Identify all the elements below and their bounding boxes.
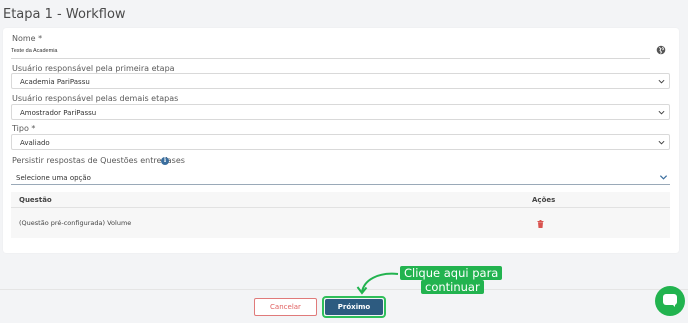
first-user-label: Usuário responsável pela primeira etapa <box>12 64 175 73</box>
chevron-down-icon <box>658 110 665 115</box>
chevron-down-icon <box>658 79 665 84</box>
other-users-select[interactable]: Amostrador PariPassu <box>11 104 670 120</box>
hint-text-line2: continuar <box>421 280 484 294</box>
questions-table: Questão Ações (Questão pré-configurada) … <box>11 192 670 238</box>
trash-icon[interactable] <box>537 220 544 228</box>
type-value: Avaliado <box>20 139 50 147</box>
first-user-value: Academia PariPassu <box>20 78 90 86</box>
first-user-select[interactable]: Academia PariPassu <box>11 73 670 89</box>
name-input-underline <box>11 58 650 59</box>
type-label: Tipo * <box>12 124 36 133</box>
persist-select[interactable]: Selecione uma opção <box>11 170 670 185</box>
table-header-divider <box>11 207 670 208</box>
name-input[interactable]: Teste da Academia <box>11 48 57 54</box>
question-cell: (Questão pré-configurada) Volume <box>19 219 132 227</box>
info-icon[interactable]: i <box>161 157 169 165</box>
column-header-actions: Ações <box>532 196 556 204</box>
name-label: Nome * <box>12 34 43 43</box>
chevron-down-icon <box>658 140 665 145</box>
cancel-button[interactable]: Cancelar <box>254 298 317 316</box>
footer-divider <box>0 289 688 290</box>
persist-value: Selecione uma opção <box>16 174 91 182</box>
curved-arrow-icon <box>356 272 399 295</box>
next-button[interactable]: Próximo <box>325 299 383 315</box>
globe-icon[interactable] <box>656 45 666 55</box>
other-users-value: Amostrador PariPassu <box>20 109 97 117</box>
chevron-down-icon <box>659 175 668 180</box>
persist-label: Persistir respostas de Questões entre fa… <box>12 156 185 165</box>
column-header-question: Questão <box>19 196 52 204</box>
chat-bubble-tail <box>671 303 675 307</box>
type-select[interactable]: Avaliado <box>11 134 670 150</box>
other-users-label: Usuário responsável pelas demais etapas <box>12 94 179 103</box>
page-title: Etapa 1 - Workflow <box>3 7 126 22</box>
chat-icon[interactable] <box>655 286 685 316</box>
hint-text-line1: Clique aqui para <box>400 266 503 280</box>
